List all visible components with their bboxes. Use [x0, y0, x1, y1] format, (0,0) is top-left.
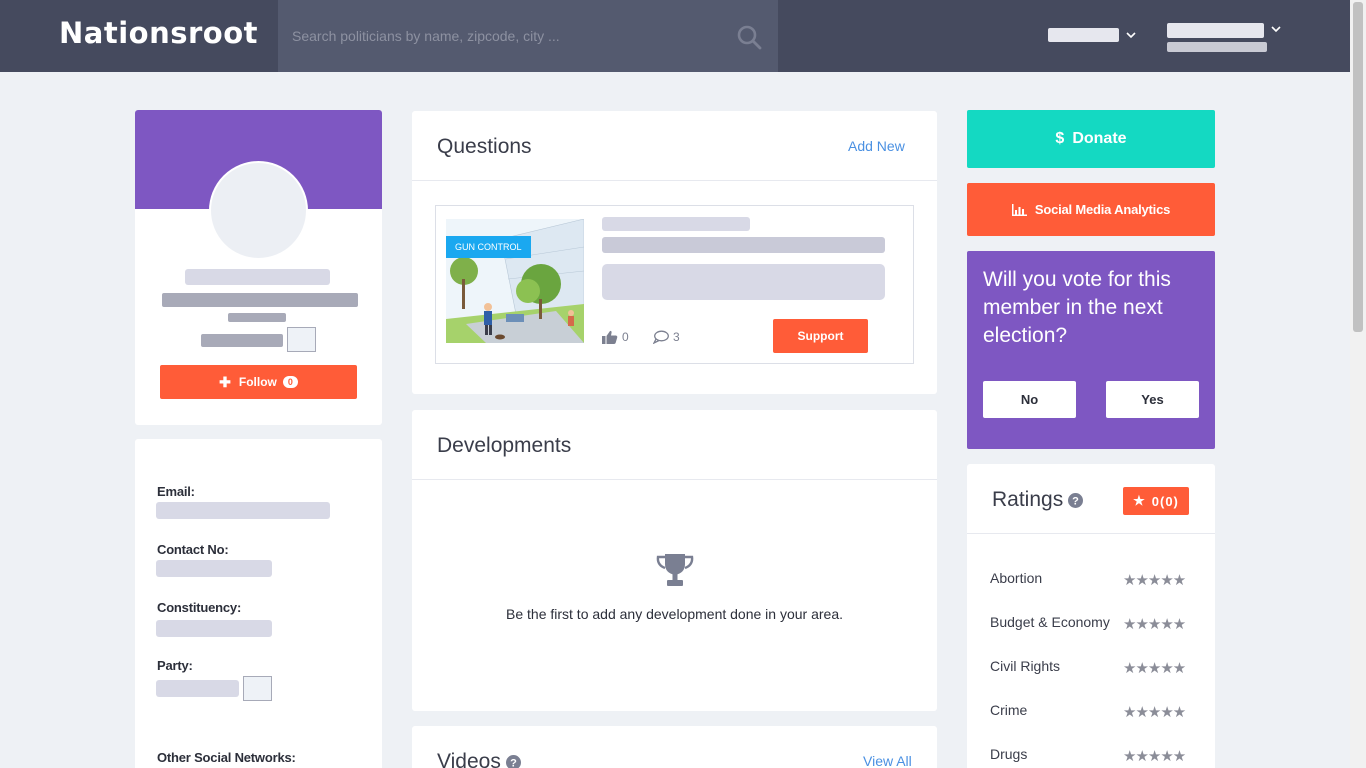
vote-question: Will you vote for this member in the nex…	[983, 268, 1171, 347]
social-media-analytics-button[interactable]: Social Media Analytics	[967, 183, 1215, 236]
email-value-placeholder	[156, 502, 330, 519]
question-title-placeholder	[602, 237, 885, 253]
trophy-icon	[656, 554, 694, 586]
search-input[interactable]	[292, 22, 712, 50]
profile-title-placeholder	[162, 293, 358, 307]
rating-stars[interactable]: ★★★★★	[1123, 703, 1186, 721]
question-item[interactable]: GUN CONTROL 0 3 Support	[435, 205, 914, 364]
profile-party-placeholder	[201, 334, 283, 347]
avatar	[209, 161, 308, 260]
dollar-icon: $	[1055, 130, 1065, 147]
language-placeholder	[1048, 28, 1119, 42]
party-value-placeholder	[156, 680, 239, 697]
comment-icon	[653, 330, 669, 344]
chevron-down-icon	[1126, 32, 1136, 39]
social-networks-label: Other Social Networks:	[157, 750, 296, 765]
donate-button[interactable]: $ Donate	[967, 110, 1215, 168]
help-icon[interactable]: ?	[1068, 492, 1084, 508]
constituency-label: Constituency:	[157, 600, 242, 615]
plus-icon: ✚	[219, 373, 231, 390]
bar-chart-icon	[1011, 203, 1027, 216]
rating-stars[interactable]: ★★★★★	[1123, 571, 1186, 589]
rating-row[interactable]: Civil Rights ★★★★★	[967, 658, 1215, 702]
question-author-placeholder	[602, 217, 750, 231]
rating-topic: Budget & Economy	[990, 614, 1110, 630]
developments-card: Developments Be the first to add any dev…	[412, 410, 937, 711]
user-name-placeholder	[1167, 22, 1264, 38]
contact-label: Contact No:	[157, 542, 229, 557]
search-bar	[278, 0, 778, 72]
rating-topic: Civil Rights	[990, 658, 1061, 674]
rating-stars[interactable]: ★★★★★	[1123, 615, 1186, 633]
rating-row[interactable]: Abortion ★★★★★	[967, 570, 1215, 614]
support-button[interactable]: Support	[773, 319, 868, 353]
divider	[412, 180, 937, 181]
ratings-card: Ratings ? ★ 0(0) Abortion ★★★★★ Budget &…	[967, 464, 1215, 768]
user-subtitle-placeholder	[1167, 42, 1267, 52]
follow-count-badge: 0	[282, 376, 298, 388]
rating-topic: Abortion	[990, 570, 1043, 586]
question-category-tag[interactable]: GUN CONTROL	[446, 236, 531, 258]
divider	[967, 533, 1215, 534]
party-flag-image	[243, 676, 272, 701]
contact-info-card: Email: Contact No: Constituency: Party: …	[135, 439, 382, 768]
donate-label: Donate	[1072, 130, 1127, 147]
contact-value-placeholder	[156, 560, 272, 577]
svg-text:?: ?	[1072, 495, 1079, 507]
like-count: 0	[622, 330, 629, 344]
rating-row[interactable]: Drugs ★★★★★	[967, 746, 1215, 768]
vote-no-button[interactable]: No	[983, 381, 1076, 418]
party-label: Party:	[157, 658, 193, 673]
language-dropdown[interactable]	[1048, 27, 1137, 43]
rating-row[interactable]: Budget & Economy ★★★★★	[967, 614, 1215, 658]
vote-yes-button[interactable]: Yes	[1106, 381, 1199, 418]
scrollbar-thumb[interactable]	[1353, 2, 1363, 332]
constituency-value-placeholder	[156, 620, 272, 637]
questions-card: Questions Add New GUN CONTROL 0 3 Suppor…	[412, 111, 937, 394]
ratings-title: Ratings	[992, 488, 1064, 511]
developments-title: Developments	[437, 434, 572, 457]
analytics-label: Social Media Analytics	[1034, 202, 1171, 217]
star-icon: ★	[1133, 493, 1146, 508]
page-scrollbar[interactable]	[1350, 0, 1366, 768]
add-new-question-link[interactable]: Add New	[848, 138, 905, 154]
divider	[412, 479, 937, 480]
view-all-videos-link[interactable]: View All	[863, 753, 912, 768]
rating-stars[interactable]: ★★★★★	[1123, 659, 1186, 677]
user-menu-dropdown[interactable]	[1167, 22, 1282, 38]
rating-stars[interactable]: ★★★★★	[1123, 747, 1186, 765]
rating-topic: Drugs	[990, 746, 1028, 762]
help-icon[interactable]: ?	[505, 754, 521, 768]
party-flag-image	[287, 327, 316, 352]
email-label: Email:	[157, 484, 195, 499]
top-navbar: Nationsroot	[0, 0, 1350, 72]
profile-name-placeholder	[185, 269, 330, 285]
rating-row[interactable]: Crime ★★★★★	[967, 702, 1215, 746]
follow-button[interactable]: ✚ Follow 0	[160, 365, 357, 399]
search-icon[interactable]	[736, 24, 762, 50]
comment-count: 3	[673, 330, 680, 344]
site-logo[interactable]: Nationsroot	[59, 16, 258, 50]
question-body-placeholder	[602, 264, 885, 300]
overall-rating-value: 0(0)	[1151, 493, 1179, 509]
questions-title: Questions	[437, 135, 532, 158]
profile-subtitle-placeholder	[228, 313, 286, 322]
ratings-title-wrap: Ratings ?	[992, 488, 1084, 512]
like-metric[interactable]: 0	[602, 330, 629, 344]
rating-topic: Crime	[990, 702, 1028, 718]
follow-label: Follow	[238, 375, 277, 389]
chevron-down-icon	[1271, 26, 1281, 33]
vote-poll-card: Will you vote for this member in the nex…	[967, 251, 1215, 449]
comment-metric[interactable]: 3	[653, 330, 680, 344]
svg-text:?: ?	[510, 757, 517, 768]
videos-card: Videos ? View All	[412, 726, 937, 768]
profile-card: ✚ Follow 0	[135, 110, 382, 425]
videos-title-wrap: Videos ?	[437, 750, 521, 768]
thumbs-up-icon	[602, 330, 618, 344]
developments-empty-message: Be the first to add any development done…	[506, 606, 843, 622]
overall-rating-badge: ★ 0(0)	[1123, 487, 1189, 515]
videos-title: Videos	[437, 750, 501, 768]
